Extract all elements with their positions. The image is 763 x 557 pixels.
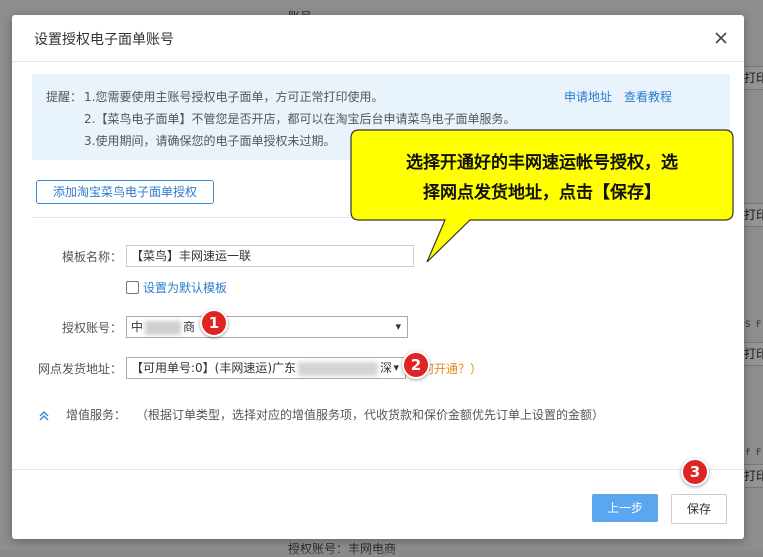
step-badge-1: 1 [200, 309, 228, 337]
chevron-down-icon: ▾ [393, 361, 399, 374]
callout-line-2: 择网点发货地址，点击【保存】 [423, 183, 661, 203]
chevron-up-double-icon[interactable] [38, 407, 50, 421]
checkbox-icon[interactable] [126, 281, 139, 294]
redacted-blur [298, 361, 379, 376]
ship-address-select[interactable]: 【可用单号:0】(丰网速运)广东 深 ▾ [126, 357, 406, 379]
value-added-label: 增值服务： [66, 408, 127, 422]
save-button[interactable]: 保存 [671, 494, 727, 524]
default-template-label: 设置为默认模板 [143, 281, 228, 295]
step-badge-3: 3 [681, 458, 709, 486]
tip-line-3: 3.使用期间，请确保您的电子面单授权未过期。 [84, 134, 336, 148]
callout-line-1: 选择开通好的丰网速运帐号授权，选 [406, 153, 678, 173]
callout-text: 选择开通好的丰网速运帐号授权，选 择网点发货地址，点击【保存】 [369, 148, 715, 208]
address-suffix: 深 [380, 361, 393, 375]
footer-divider [12, 469, 744, 470]
auth-account-label: 授权账号： [61, 321, 122, 335]
chevron-down-icon: ▾ [395, 320, 401, 333]
title-divider [12, 61, 744, 62]
account-prefix: 中 [131, 320, 144, 334]
template-name-label: 模板名称： [61, 250, 122, 264]
dialog-title: 设置授权电子面单账号 [34, 32, 174, 48]
view-tutorial-link[interactable]: 查看教程 [624, 88, 672, 105]
default-template-checkbox[interactable]: 设置为默认模板 [126, 279, 227, 296]
ship-address-label: 网点发货地址： [37, 362, 122, 376]
apply-address-link[interactable]: 申请地址 [564, 88, 612, 105]
how-to-activate-link[interactable]: 何开通？） [422, 360, 482, 377]
step-badge-2: 2 [402, 351, 430, 379]
account-suffix: 商 [183, 320, 196, 334]
close-icon[interactable] [710, 27, 732, 49]
tips-label: 提醒： [46, 90, 83, 104]
add-taobao-auth-button[interactable]: 添加淘宝菜鸟电子面单授权 [36, 180, 214, 204]
instruction-callout: 选择开通好的丰网速运帐号授权，选 择网点发货地址，点击【保存】 [345, 120, 740, 265]
redacted-blur [145, 320, 182, 335]
previous-step-button[interactable]: 上一步 [592, 494, 658, 522]
tip-line-1: 1.您需要使用主账号授权电子面单，方可正常打印使用。 [84, 90, 384, 104]
auth-account-select[interactable]: 中 商 ▾ [126, 316, 408, 338]
address-prefix: 【可用单号:0】(丰网速运)广东 [131, 361, 297, 375]
value-added-description: （根据订单类型，选择对应的增值服务项，代收货款和保价金额优先订单上设置的金额） [136, 408, 605, 422]
auth-dialog: 设置授权电子面单账号 提醒： 1.您需要使用主账号授权电子面单，方可正常打印使用… [12, 15, 744, 539]
